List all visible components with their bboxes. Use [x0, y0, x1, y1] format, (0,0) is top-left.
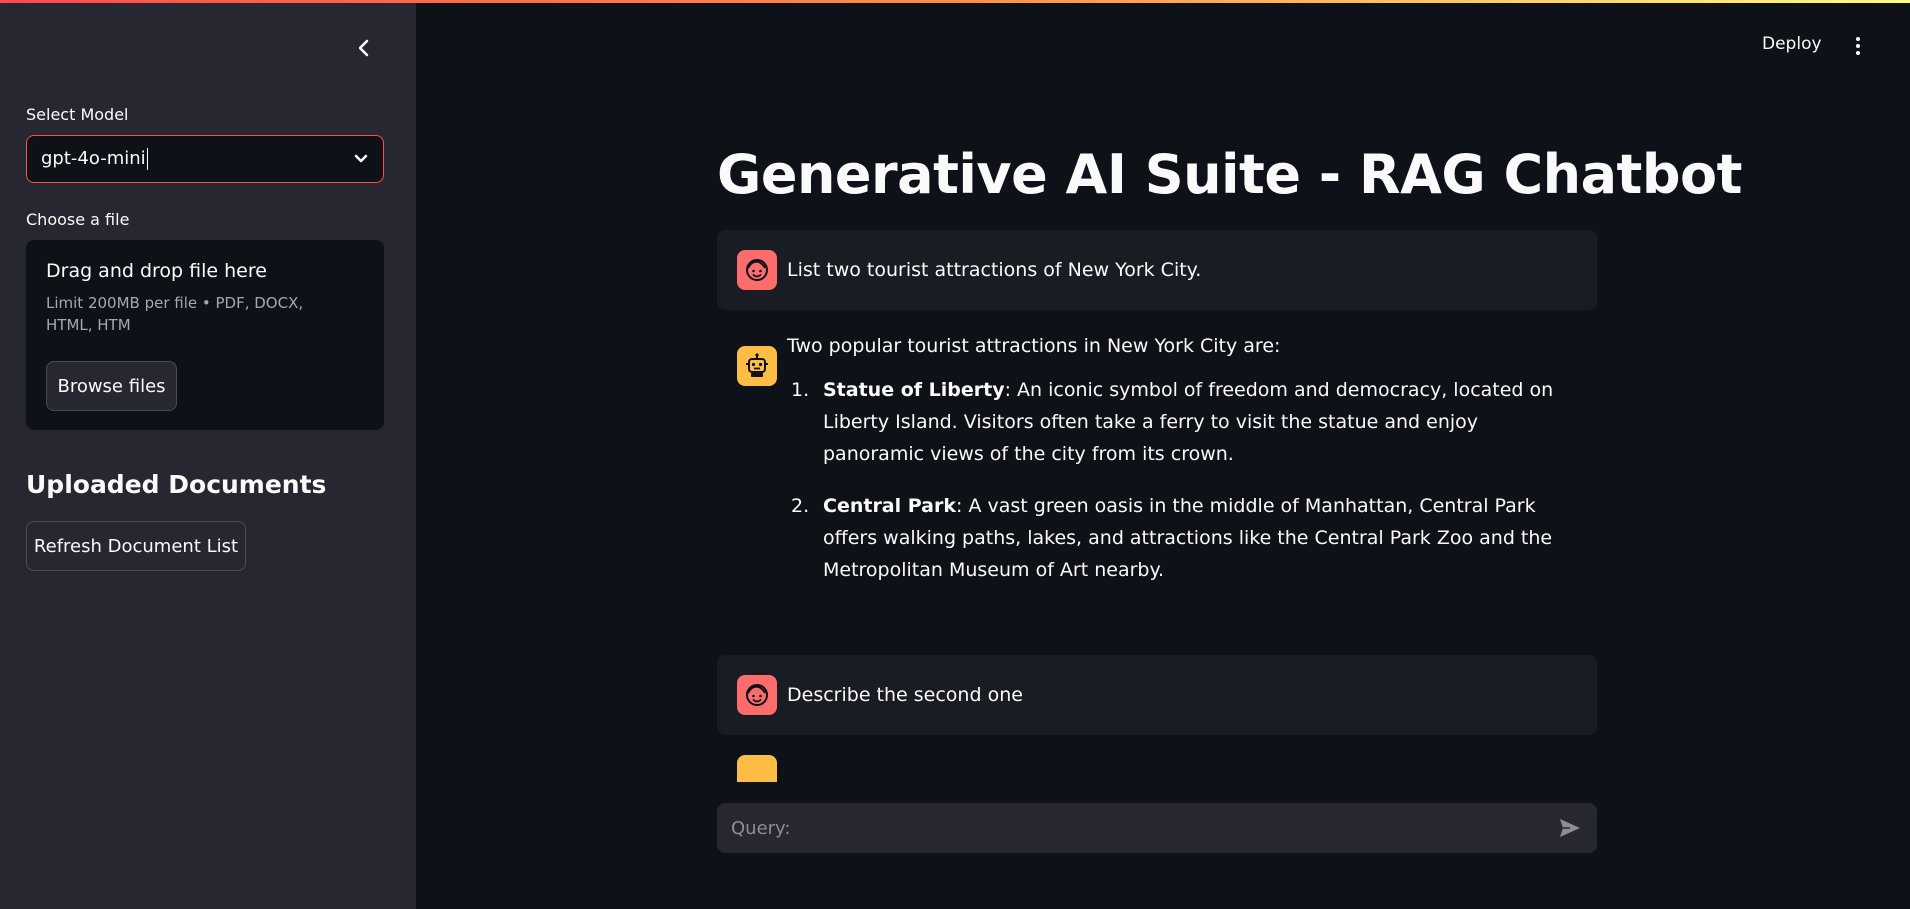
dropzone-title: Drag and drop file here [46, 260, 267, 282]
top-decoration-bar [0, 0, 1910, 3]
user-avatar-icon [737, 250, 777, 290]
model-select-value[interactable]: gpt-4o-mini [41, 148, 353, 170]
chat-message-assistant: Two popular tourist attractions in New Y… [717, 326, 1597, 626]
chevron-left-icon [358, 39, 369, 57]
answer-list: 1. Statue of Liberty: An iconic symbol o… [787, 374, 1577, 606]
list-item: 2. Central Park: A vast green oasis in t… [787, 490, 1577, 586]
send-icon [1560, 819, 1580, 837]
list-item-title: Central Park [823, 495, 956, 517]
chat-message-assistant [717, 755, 1597, 782]
user-avatar-icon [737, 675, 777, 715]
message-text: Two popular tourist attractions in New Y… [787, 335, 1281, 357]
assistant-avatar-icon [737, 755, 777, 782]
chat-message-user: List two tourist attractions of New York… [717, 230, 1597, 310]
text-cursor [146, 148, 149, 170]
query-input-bar[interactable] [717, 803, 1597, 853]
collapse-sidebar-button[interactable] [352, 36, 376, 60]
list-item-number: 2. [791, 495, 810, 517]
chat-messages: List two tourist attractions of New York… [717, 230, 1597, 782]
assistant-avatar-icon [737, 346, 777, 386]
deploy-button[interactable]: Deploy [1762, 34, 1822, 54]
choose-file-label: Choose a file [26, 210, 130, 229]
list-item-number: 1. [791, 379, 810, 401]
chat-message-user: Describe the second one [717, 655, 1597, 735]
send-button[interactable] [1555, 813, 1585, 843]
kebab-menu-icon[interactable] [1848, 34, 1868, 58]
select-model-label: Select Model [26, 105, 129, 124]
dropzone-limit: Limit 200MB per file • PDF, DOCX, HTML, … [46, 294, 304, 334]
page-title: Generative AI Suite - RAG Chatbot [717, 143, 1742, 206]
uploaded-documents-heading: Uploaded Documents [26, 470, 327, 499]
list-item-title: Statue of Liberty [823, 379, 1005, 401]
sidebar: Select Model gpt-4o-mini Choose a file D… [0, 0, 416, 909]
message-text: Describe the second one [787, 684, 1023, 706]
message-text: List two tourist attractions of New York… [787, 259, 1202, 281]
list-item: 1. Statue of Liberty: An iconic symbol o… [787, 374, 1577, 470]
chevron-down-icon[interactable] [353, 153, 369, 165]
refresh-document-list-button[interactable]: Refresh Document List [26, 521, 246, 571]
browse-files-button[interactable]: Browse files [46, 361, 177, 411]
file-dropzone[interactable]: Drag and drop file here Limit 200MB per … [26, 240, 384, 430]
model-select[interactable]: gpt-4o-mini [26, 135, 384, 183]
query-input[interactable] [729, 816, 1555, 840]
